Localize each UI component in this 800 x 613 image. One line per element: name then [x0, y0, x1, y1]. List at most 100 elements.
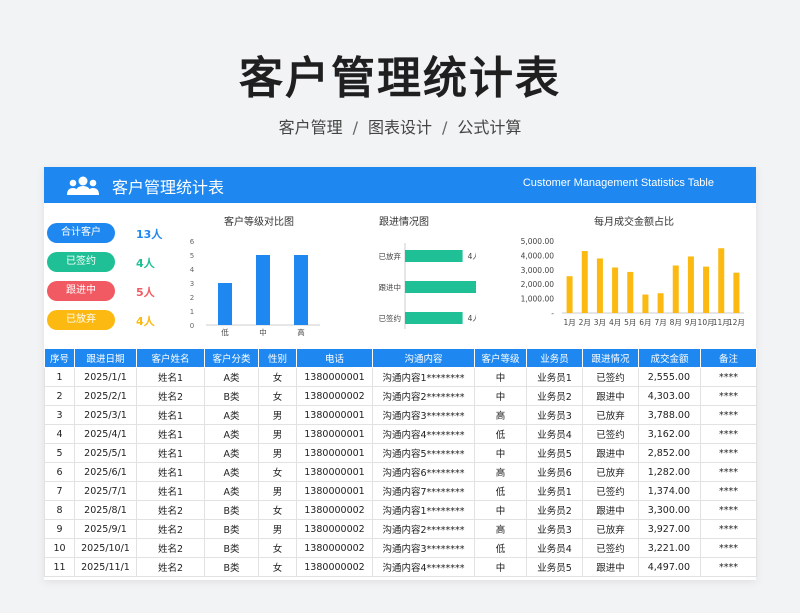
report-banner: 客户管理统计表 Customer Management Statistics T…	[44, 167, 756, 203]
table-cell: 沟通内容2********	[372, 386, 475, 406]
table-cell: 3,788.00	[638, 405, 701, 425]
table-cell: 沟通内容3********	[372, 538, 475, 558]
table-cell: A类	[204, 424, 259, 444]
table-cell: 姓名2	[136, 538, 205, 558]
table-cell: 2025/5/1	[74, 443, 137, 463]
table-body: 1 2025/1/1 姓名1 A类女 1380000001 沟通内容1******** 中业…	[44, 367, 757, 577]
table-cell: 1380000001	[296, 481, 373, 501]
x-tick-label: 1月	[563, 318, 575, 327]
column-header: 跟进日期	[74, 348, 137, 368]
table-cell: ****	[700, 500, 757, 520]
column-header: 备注	[700, 348, 757, 368]
table-cell: 9	[44, 519, 75, 539]
table-cell: 4,497.00	[638, 557, 701, 577]
table-cell: ****	[700, 424, 757, 444]
table-cell: 已签约	[582, 481, 639, 501]
table-cell: ****	[700, 519, 757, 539]
table-cell: 已签约	[582, 367, 639, 387]
bar	[718, 248, 725, 313]
table-cell: 1	[44, 367, 75, 387]
bar	[294, 255, 308, 325]
x-tick-label: 9月	[685, 318, 697, 327]
table-cell: 女	[258, 538, 297, 558]
summary-value: 5人	[136, 286, 155, 299]
x-tick-label: 7月	[654, 318, 666, 327]
table-cell: 2025/3/1	[74, 405, 137, 425]
x-tick-label: 中	[259, 327, 267, 337]
subtitle-separator: /	[442, 118, 448, 137]
table-cell: A类	[204, 367, 259, 387]
bar	[687, 256, 694, 313]
table-cell: 2025/6/1	[74, 462, 137, 482]
table-row: 6 2025/6/1 姓名1 A类女 1380000001 沟通内容6******** 高业…	[44, 462, 757, 482]
y-tick-label: 3,000.00	[521, 266, 555, 275]
table-cell: 2,555.00	[638, 367, 701, 387]
table-cell: B类	[204, 538, 259, 558]
table-cell: 2025/10/1	[74, 538, 137, 558]
summary-pill: 已放弃	[47, 310, 115, 330]
table-cell: 业务员6	[526, 462, 583, 482]
column-header: 性别	[258, 348, 297, 368]
table-cell: 高	[474, 519, 527, 539]
y-tick-label: 3	[190, 280, 194, 288]
column-header: 跟进情况	[582, 348, 639, 368]
table-cell: B类	[204, 500, 259, 520]
table-row: 5 2025/5/1 姓名1 A类男 1380000001 沟通内容5******** 中业…	[44, 443, 757, 463]
table-cell: 中	[474, 367, 527, 387]
table-cell: 2025/11/1	[74, 557, 137, 577]
table-cell: 业务员5	[526, 443, 583, 463]
table-cell: 姓名2	[136, 519, 205, 539]
summary-value: 13人	[136, 228, 163, 241]
bar	[405, 312, 463, 324]
page-title: 客户管理统计表	[239, 53, 561, 104]
summary-pill: 合计客户	[47, 223, 115, 243]
table-cell: 1380000001	[296, 405, 373, 425]
table-cell: 沟通内容1********	[372, 367, 475, 387]
chart-title-monthly: 每月成交金额占比	[594, 217, 674, 228]
table-cell: 已签约	[582, 424, 639, 444]
table-cell: 2,852.00	[638, 443, 701, 463]
table-cell: 业务员1	[526, 367, 583, 387]
table-row: 1 2025/1/1 姓名1 A类女 1380000001 沟通内容1******** 中业…	[44, 367, 757, 387]
summary-pill: 已签约	[47, 252, 115, 272]
table-cell: 业务员4	[526, 538, 583, 558]
y-tick-label: 4	[190, 266, 195, 274]
table-cell: 业务员4	[526, 424, 583, 444]
table-cell: 姓名1	[136, 462, 205, 482]
bar	[733, 272, 740, 313]
table-cell: 高	[474, 462, 527, 482]
table-cell: 1380000002	[296, 557, 373, 577]
y-tick-label: 5,000.00	[521, 237, 555, 246]
table-cell: 业务员2	[526, 386, 583, 406]
table-cell: 业务员3	[526, 519, 583, 539]
bar	[703, 266, 710, 313]
follow-chart: 已放弃4人跟进中5人已签约4人	[379, 243, 476, 329]
table-cell: ****	[700, 367, 757, 387]
banner-title: 客户管理统计表	[112, 178, 225, 197]
table-row: 8 2025/8/1 姓名2 B类女 1380000002 沟通内容1******** 中业…	[44, 500, 757, 520]
users-icon	[67, 176, 99, 195]
column-header: 业务员	[526, 348, 583, 368]
table-cell: 女	[258, 462, 297, 482]
table-cell: A类	[204, 405, 259, 425]
table-cell: 业务员2	[526, 500, 583, 520]
y-tick-label: 4,000.00	[521, 251, 555, 260]
table-cell: 3,221.00	[638, 538, 701, 558]
table-cell: 6	[44, 462, 75, 482]
table-cell: 跟进中	[582, 500, 639, 520]
table-row: 11 2025/11/1 姓名2 B类女 1380000002 沟通内容4********…	[44, 557, 757, 577]
table-cell: 女	[258, 386, 297, 406]
data-label: 4人	[468, 314, 476, 323]
table-cell: 8	[44, 500, 75, 520]
table-cell: B类	[204, 386, 259, 406]
table-cell: 姓名1	[136, 443, 205, 463]
table-row: 3 2025/3/1 姓名1 A类男 1380000001 沟通内容3******** 高业…	[44, 405, 757, 425]
subtitle-item: 客户管理	[278, 118, 343, 137]
bar	[596, 258, 603, 313]
table-header: 序号 跟进日期 客户姓名 客户分类 性别 电话 沟通内容 客户等级 业务员 跟进情况 成交金额 备注	[44, 348, 757, 368]
subtitle-item: 公式计算	[457, 118, 522, 137]
table-cell: 中	[474, 443, 527, 463]
x-tick-label: 低	[221, 327, 229, 337]
table-cell: 女	[258, 500, 297, 520]
table-cell: ****	[700, 405, 757, 425]
